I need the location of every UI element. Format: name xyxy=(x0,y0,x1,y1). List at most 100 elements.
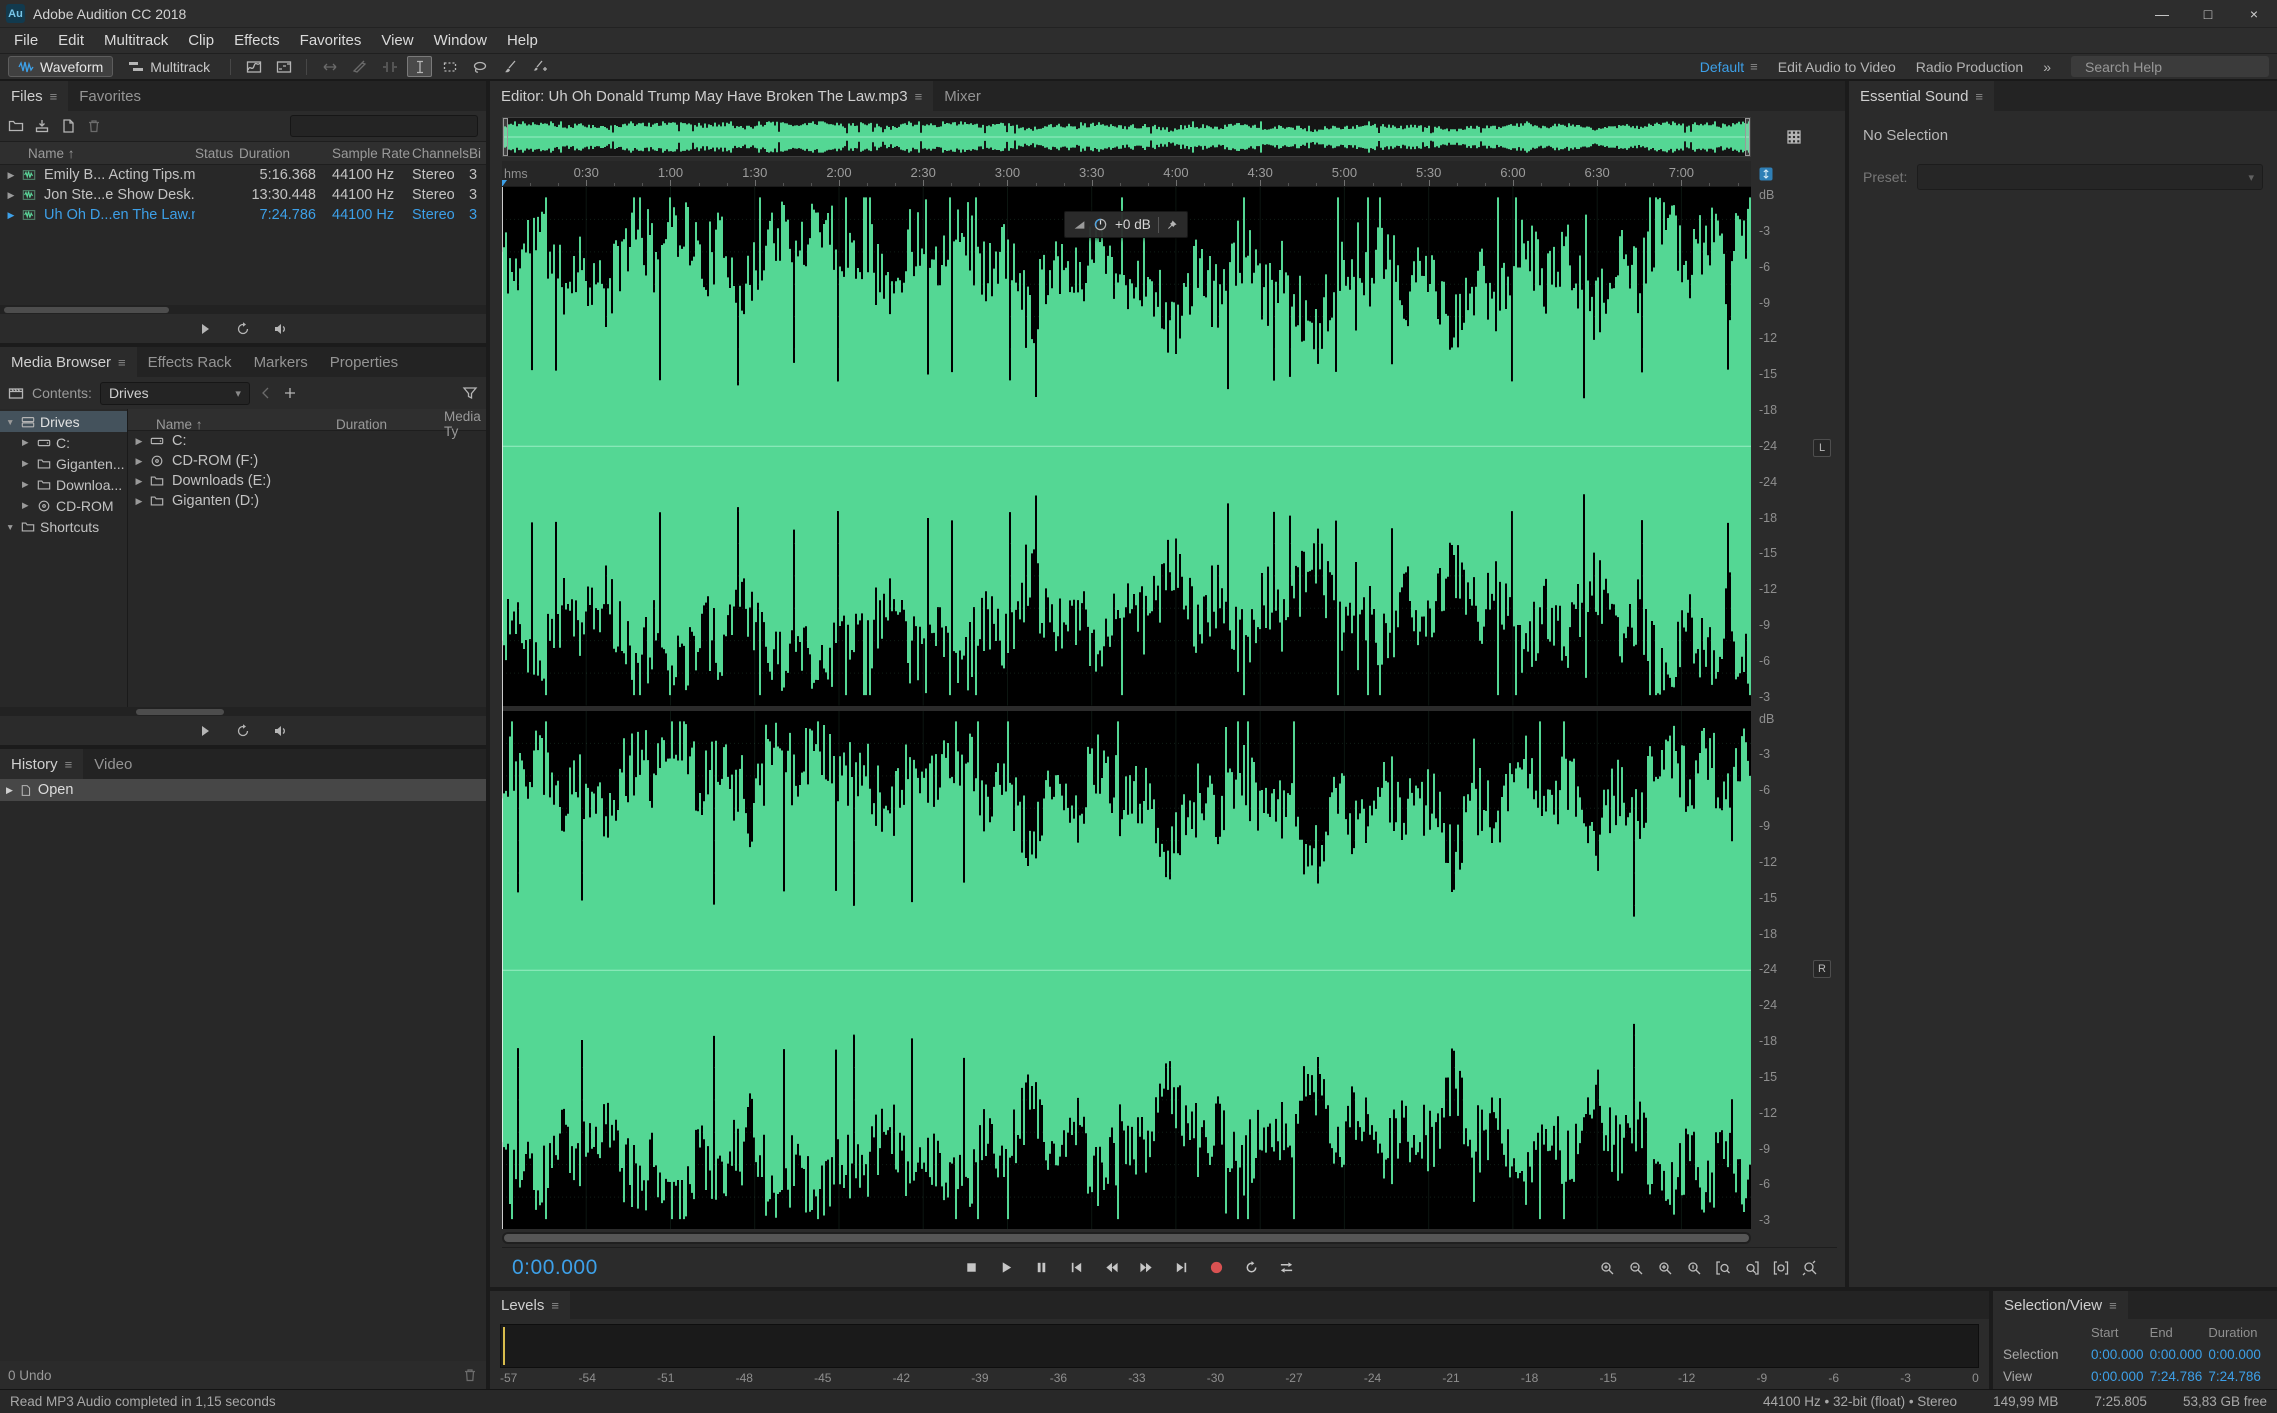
media-row[interactable]: ▶ Giganten (D:) xyxy=(128,491,486,511)
scrollbar-thumb[interactable] xyxy=(136,708,224,715)
files-horizontal-scrollbar[interactable] xyxy=(0,305,486,314)
workspace-default[interactable]: Default ≡ xyxy=(1700,59,1758,75)
paintbrush-tool-button[interactable] xyxy=(497,56,522,77)
twisty-icon[interactable]: ▶ xyxy=(22,458,32,469)
zoom-out-amplitude-button[interactable] xyxy=(1681,1257,1707,1279)
playhead-line[interactable] xyxy=(502,187,503,1229)
loop-icon[interactable] xyxy=(235,321,251,337)
trash-icon[interactable] xyxy=(462,1367,478,1383)
level-meter[interactable] xyxy=(500,1324,1979,1368)
tab-selection-view[interactable]: Selection/View ≡ xyxy=(1993,1291,2128,1319)
scrollbar-thumb[interactable] xyxy=(504,1234,1749,1242)
twisty-icon[interactable]: ▼ xyxy=(6,522,16,532)
column-duration[interactable]: Duration xyxy=(336,417,444,432)
menu-effects[interactable]: Effects xyxy=(224,28,290,53)
right-channel-badge[interactable]: R xyxy=(1813,959,1831,978)
tree-item-shortcuts[interactable]: ▼ Shortcuts xyxy=(0,516,127,537)
preset-dropdown[interactable]: ▾ xyxy=(1917,164,2263,190)
twisty-icon[interactable]: ▶ xyxy=(128,456,150,467)
help-search-box[interactable] xyxy=(2071,56,2269,77)
workspace-edit-audio-to-video[interactable]: Edit Audio to Video xyxy=(1778,59,1896,75)
twisty-icon[interactable]: ▶ xyxy=(0,170,22,181)
timeline-ruler[interactable]: hms 0:30 1:00 1:30 2:00 2:30 3:00 3:30 4:00 4:30… xyxy=(502,161,1751,187)
twisty-icon[interactable]: ▶ xyxy=(128,436,150,447)
tab-favorites[interactable]: Favorites xyxy=(68,81,152,111)
menu-edit[interactable]: Edit xyxy=(48,28,94,53)
left-channel-badge[interactable]: L xyxy=(1813,438,1831,457)
file-row[interactable]: ▶ Jon Ste...e Show Desk.mp3 13:30.448 44… xyxy=(0,185,486,205)
tree-item-downloads[interactable]: ▶ Downloa... xyxy=(0,474,127,495)
help-search-input[interactable] xyxy=(2085,58,2266,75)
zoom-out-time-button[interactable] xyxy=(1623,1257,1649,1279)
waveform-view-button[interactable]: Waveform xyxy=(8,56,114,77)
slip-tool-button[interactable] xyxy=(377,56,402,77)
media-row[interactable]: ▶ C: xyxy=(128,431,486,451)
history-entry-open[interactable]: ▶ Open xyxy=(0,779,486,801)
column-channels[interactable]: Channels xyxy=(412,146,469,161)
twisty-icon[interactable]: ▶ xyxy=(22,479,32,490)
marquee-selection-tool-button[interactable] xyxy=(437,56,462,77)
new-file-icon[interactable] xyxy=(60,118,76,134)
menu-file[interactable]: File xyxy=(4,28,48,53)
media-horizontal-scrollbar[interactable] xyxy=(0,707,486,716)
tab-levels[interactable]: Levels ≡ xyxy=(490,1291,570,1319)
add-shortcut-icon[interactable] xyxy=(282,385,298,401)
stop-button[interactable] xyxy=(956,1255,987,1281)
view-end-value[interactable]: 7:24.786 xyxy=(2150,1369,2209,1384)
move-playhead-to-previous-button[interactable] xyxy=(1061,1255,1092,1281)
tree-item-giganten[interactable]: ▶ Giganten... xyxy=(0,453,127,474)
media-row[interactable]: ▶ CD-ROM (F:) xyxy=(128,451,486,471)
tab-files[interactable]: Files ≡ xyxy=(0,81,69,111)
play-icon[interactable] xyxy=(197,723,213,739)
file-row-selected[interactable]: ▶ Uh Oh D...en The Law.mp3 7:24.786 4410… xyxy=(0,205,486,225)
spectral-pitch-button[interactable] xyxy=(271,56,296,77)
trash-icon[interactable] xyxy=(86,118,102,134)
selection-start-value[interactable]: 0:00.000 xyxy=(2091,1347,2150,1362)
overview-left-handle[interactable] xyxy=(503,118,508,156)
razor-tool-button[interactable] xyxy=(347,56,372,77)
view-start-value[interactable]: 0:00.000 xyxy=(2091,1369,2150,1384)
menu-favorites[interactable]: Favorites xyxy=(290,28,372,53)
menu-window[interactable]: Window xyxy=(424,28,497,53)
maximize-button[interactable]: □ xyxy=(2185,0,2231,27)
fast-forward-button[interactable] xyxy=(1131,1255,1162,1281)
waveform-right-channel[interactable] xyxy=(502,710,1751,1230)
panel-menu-icon[interactable]: ≡ xyxy=(65,757,73,772)
skip-selection-button[interactable] xyxy=(1271,1255,1302,1281)
display-options-icon[interactable] xyxy=(1786,129,1802,145)
time-selection-tool-button[interactable] xyxy=(407,56,433,77)
play-button[interactable] xyxy=(991,1255,1022,1281)
zoom-in-time-button[interactable] xyxy=(1594,1257,1620,1279)
pause-button[interactable] xyxy=(1026,1255,1057,1281)
tab-markers[interactable]: Markers xyxy=(243,347,319,377)
overview-right-handle[interactable] xyxy=(1745,118,1750,156)
zoom-to-selection-button[interactable] xyxy=(1768,1257,1794,1279)
twisty-icon[interactable]: ▶ xyxy=(128,476,150,487)
workspace-menu-icon[interactable]: ≡ xyxy=(1750,59,1758,74)
pin-hud-icon[interactable] xyxy=(1166,218,1179,231)
selection-duration-value[interactable]: 0:00.000 xyxy=(2208,1347,2267,1362)
tab-mixer[interactable]: Mixer xyxy=(933,81,992,111)
media-type-filter-icon[interactable] xyxy=(8,385,24,401)
minimize-button[interactable]: — xyxy=(2139,0,2185,27)
menu-multitrack[interactable]: Multitrack xyxy=(94,28,178,53)
column-status[interactable]: Status xyxy=(195,146,239,161)
move-playhead-to-next-button[interactable] xyxy=(1166,1255,1197,1281)
scrollbar-thumb[interactable] xyxy=(4,306,170,313)
panel-menu-icon[interactable]: ≡ xyxy=(2109,1298,2117,1313)
panel-menu-icon[interactable]: ≡ xyxy=(118,355,126,370)
loop-icon[interactable] xyxy=(235,723,251,739)
amplitude-ruler[interactable]: dB -3 -6 -9 -12 -15 -18 -24 -24 -18 -15 -12 -9 -6 -3 d… xyxy=(1751,187,1837,1229)
multitrack-view-button[interactable]: Multitrack xyxy=(118,56,220,77)
column-sample-rate[interactable]: Sample Rate xyxy=(332,146,412,161)
menu-view[interactable]: View xyxy=(371,28,423,53)
tab-editor[interactable]: Editor: Uh Oh Donald Trump May Have Brok… xyxy=(490,81,934,111)
vertical-zoom-icon[interactable] xyxy=(1759,167,1773,181)
twisty-icon[interactable]: ▶ xyxy=(0,210,22,221)
menu-clip[interactable]: Clip xyxy=(178,28,224,53)
twisty-icon[interactable]: ▶ xyxy=(22,437,32,448)
gain-value[interactable]: +0 dB xyxy=(1115,217,1151,232)
twisty-icon[interactable]: ▶ xyxy=(0,190,22,201)
waveform-left-channel[interactable] xyxy=(502,187,1751,706)
view-duration-value[interactable]: 7:24.786 xyxy=(2208,1369,2267,1384)
